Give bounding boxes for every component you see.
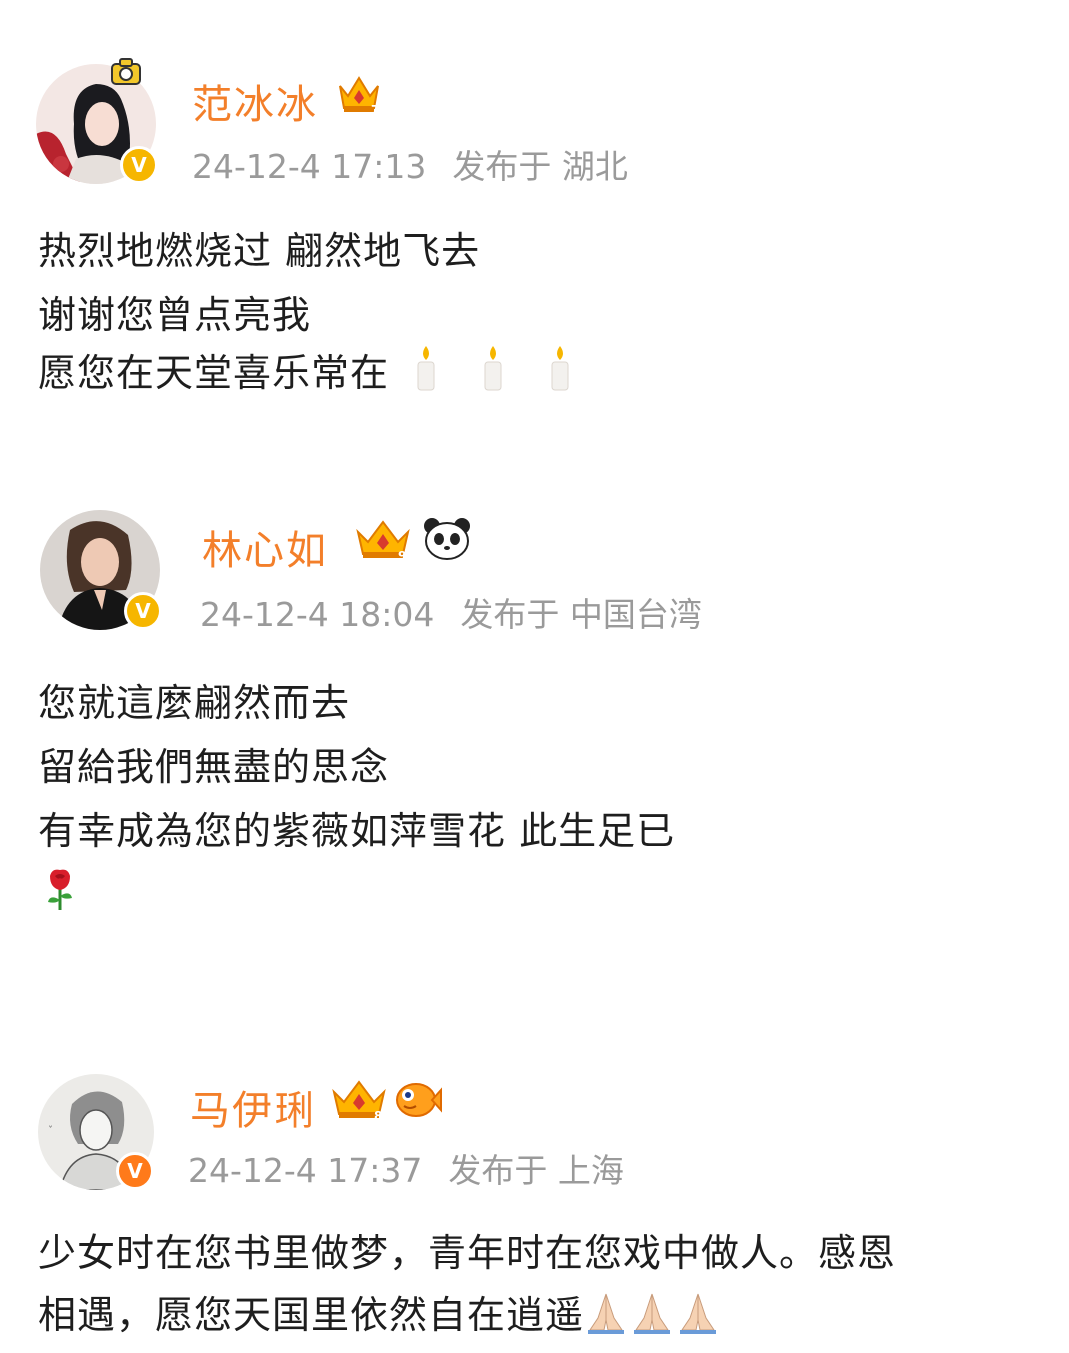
location: 上海: [557, 1151, 624, 1190]
svg-text:ˇ: ˇ: [48, 1126, 53, 1137]
pray-icon: [676, 1290, 720, 1343]
post-text-line-with-emoji: 相遇，愿您天国里依然自在逍遥: [38, 1284, 720, 1343]
published-label: 发布于: [448, 1151, 548, 1190]
pray-icon: [584, 1290, 628, 1343]
verified-badge-icon: V: [116, 1152, 154, 1190]
post-meta: 24-12-4 17:37 发布于 上海: [188, 1144, 624, 1192]
username[interactable]: 马伊琍: [190, 1078, 316, 1136]
svg-text:8: 8: [374, 1109, 382, 1122]
post-3: ˇ V 马伊琍 8 24-12-4 17:37 发布于 上海 少女时在您书里做梦，…: [0, 0, 1069, 1353]
fish-icon: [394, 1078, 442, 1124]
timestamp: 24-12-4 17:37: [188, 1151, 423, 1190]
pray-icon: [630, 1290, 674, 1343]
crown-level-badge-icon: 8: [330, 1076, 388, 1126]
post-text-line: 少女时在您书里做梦，青年时在您戏中做人。感恩: [38, 1231, 897, 1275]
post-text-line: 相遇，愿您天国里依然自在逍遥: [38, 1293, 585, 1337]
avatar-mayili[interactable]: ˇ V: [38, 1074, 154, 1190]
